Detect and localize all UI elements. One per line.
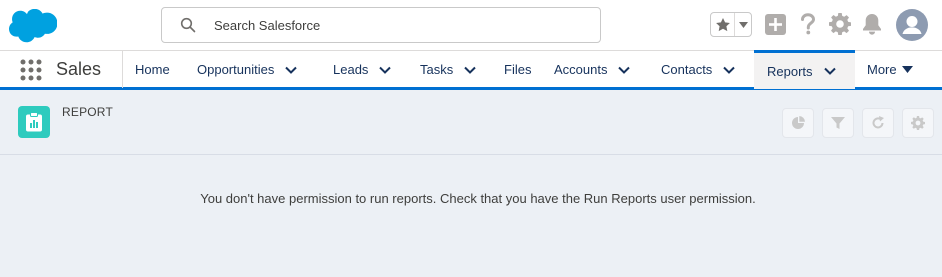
chevron-down-icon[interactable] [463, 63, 477, 77]
help-icon [801, 13, 816, 35]
avatar-icon [902, 16, 922, 34]
tab-label: Home [135, 62, 170, 77]
page-header: REPORT [0, 90, 942, 155]
caret-down-icon [738, 21, 748, 28]
tab-leads[interactable]: Leads [333, 51, 392, 88]
settings-button[interactable] [902, 108, 934, 138]
notifications-button[interactable] [861, 13, 883, 35]
chart-icon [792, 116, 805, 129]
chevron-down-icon[interactable] [617, 63, 631, 77]
favorites-list-button[interactable] [735, 13, 751, 36]
gear-icon [829, 13, 851, 35]
favorite-button[interactable] [711, 13, 736, 36]
report-icon [18, 106, 50, 138]
tab-label: Opportunities [197, 62, 275, 77]
tab-reports[interactable]: Reports [754, 50, 855, 89]
salesforce-cloud-logo[interactable] [9, 9, 57, 43]
bell-icon [863, 14, 881, 35]
nav-divider [122, 51, 123, 88]
app-navigation-bar: Sales Home Opportunities Leads Tasks Fil… [0, 50, 942, 90]
tab-label: Tasks [420, 62, 454, 77]
filter-icon [831, 117, 845, 129]
star-icon [715, 17, 730, 31]
favorites-group[interactable] [710, 12, 752, 37]
plus-icon [764, 13, 786, 35]
chevron-down-icon[interactable] [722, 63, 736, 77]
tab-label: Reports [767, 63, 813, 79]
tab-home[interactable]: Home [135, 51, 170, 88]
help-button[interactable] [797, 13, 819, 35]
setup-button[interactable] [829, 13, 851, 35]
tab-more[interactable]: More [867, 51, 913, 88]
tab-opportunities[interactable]: Opportunities [197, 51, 298, 88]
search-input[interactable] [214, 8, 594, 42]
page-object-label: REPORT [62, 105, 113, 119]
tab-label: Leads [333, 62, 369, 77]
app-launcher-icon[interactable] [20, 59, 42, 81]
app-name: Sales [56, 59, 102, 79]
more-label: More [867, 62, 897, 77]
global-create-button[interactable] [764, 13, 786, 35]
tab-label: Accounts [554, 62, 608, 77]
global-header [0, 0, 942, 50]
caret-down-icon [901, 66, 913, 73]
search-icon [180, 17, 196, 33]
tab-label: Files [504, 62, 532, 77]
user-avatar[interactable] [896, 9, 928, 41]
tab-files[interactable]: Files [504, 51, 531, 88]
chevron-down-icon[interactable] [284, 63, 298, 77]
settings-icon [911, 116, 925, 130]
tab-label: Contacts [661, 62, 713, 77]
clipboard-chart-icon [26, 112, 42, 132]
refresh-icon [872, 116, 884, 129]
filter-button[interactable] [822, 108, 854, 138]
tab-contacts[interactable]: Contacts [661, 51, 736, 88]
tab-accounts[interactable]: Accounts [554, 51, 631, 88]
permission-error-message: You don't have permission to run reports… [200, 191, 756, 206]
refresh-button[interactable] [862, 108, 894, 138]
global-search[interactable] [161, 7, 601, 43]
chevron-down-icon[interactable] [378, 63, 392, 77]
chart-button[interactable] [782, 108, 814, 138]
chevron-down-icon[interactable] [823, 64, 837, 78]
tab-tasks[interactable]: Tasks [420, 51, 477, 88]
